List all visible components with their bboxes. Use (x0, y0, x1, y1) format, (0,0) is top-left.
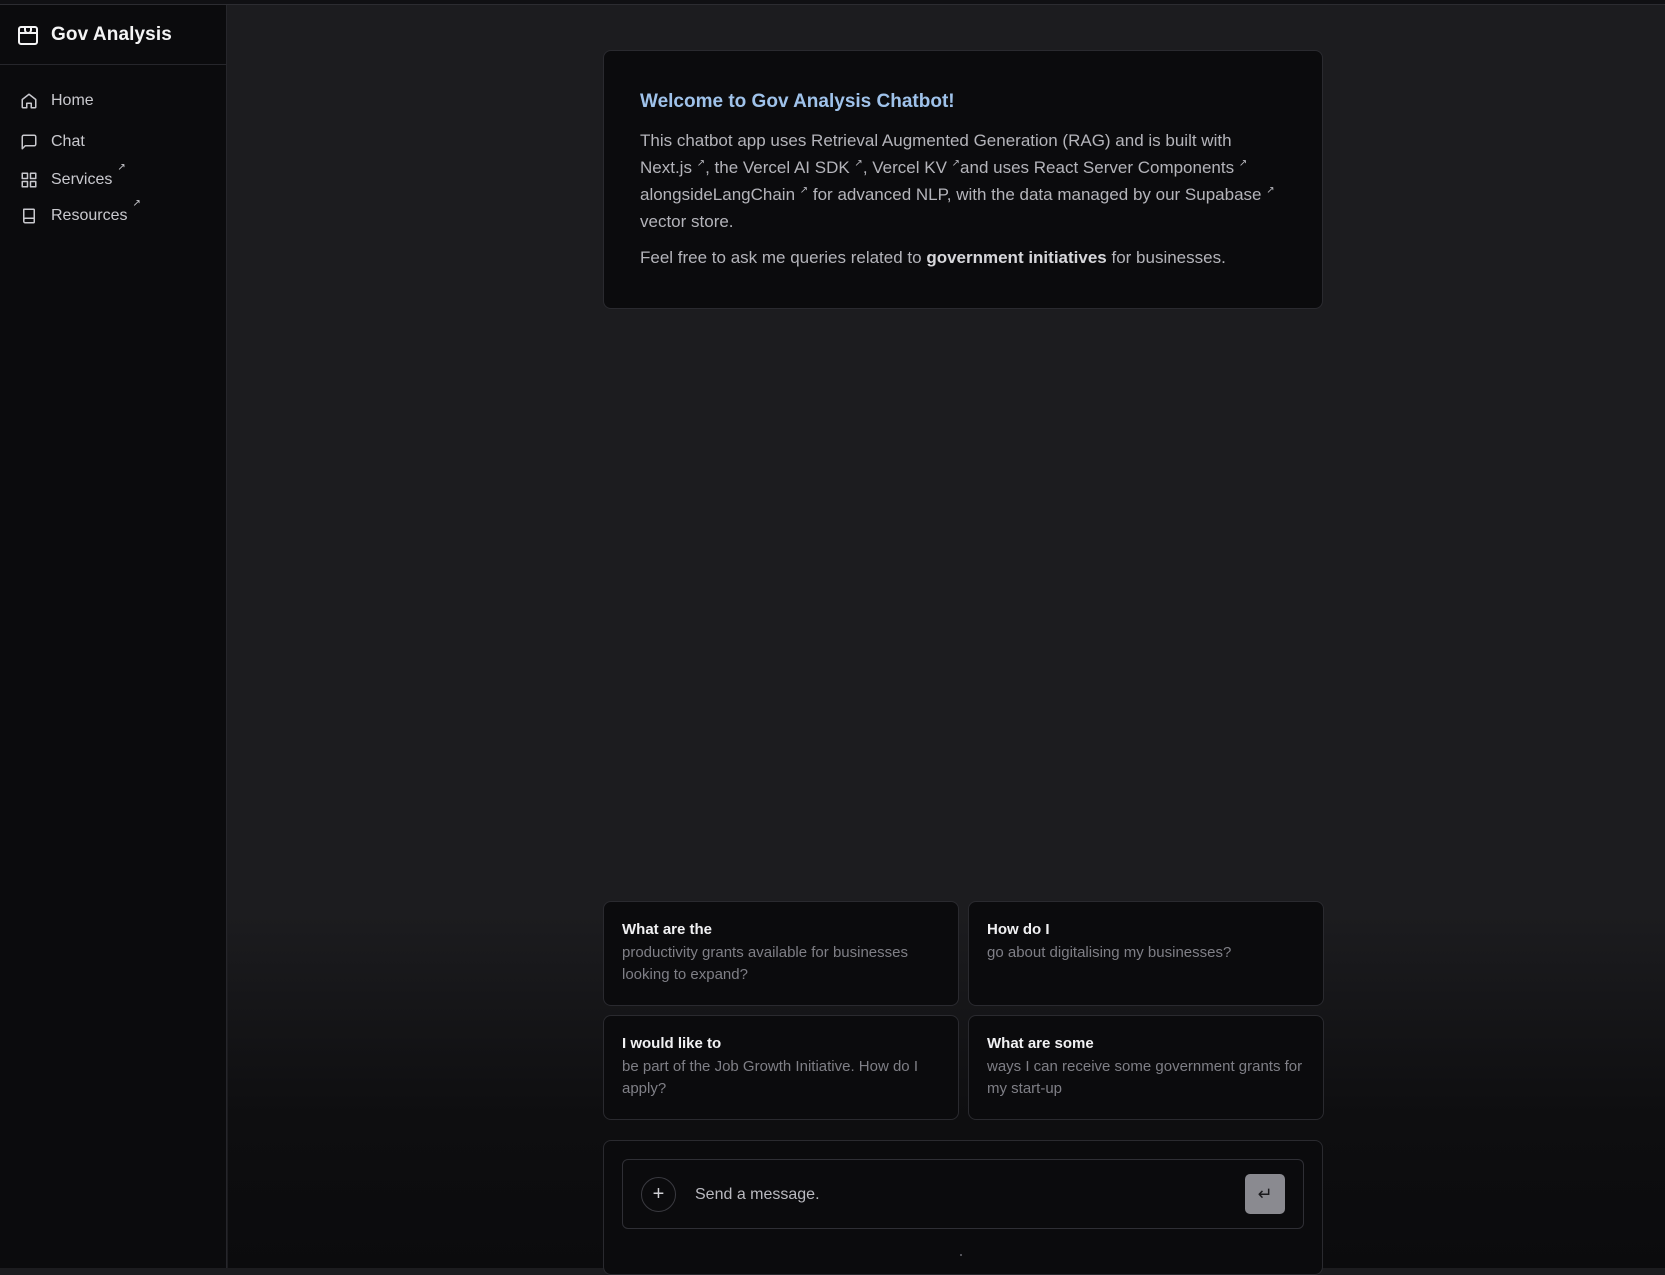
suggestion-heading: What are the (622, 921, 713, 938)
welcome-text: vector store. (640, 212, 734, 231)
suggestion-card[interactable]: What are the productivity grants availab… (603, 901, 959, 1006)
external-link-icon: ↗ (117, 161, 126, 173)
welcome-prompt: Feel free to ask me queries related to g… (640, 244, 1286, 271)
sidebar: Gov Analysis Home Chat Services ↗ Resour… (0, 5, 227, 1268)
suggestion-text: ways I can receive some government grant… (987, 1058, 1303, 1097)
suggestion-text: go about digitalising my businesses? (987, 944, 1232, 961)
suggestion-text: be part of the Job Growth Initiative. Ho… (622, 1058, 918, 1097)
welcome-text: for businesses. (1106, 248, 1226, 267)
sidebar-item-label: Services (51, 171, 113, 188)
welcome-text: and uses (960, 158, 1034, 177)
external-link-icon: ↗ (1266, 185, 1275, 196)
welcome-text: , (862, 158, 873, 177)
sidebar-item-label: Resources (51, 207, 128, 224)
sidebar-item-home[interactable]: Home (20, 92, 94, 110)
link-text: LangChain (712, 185, 796, 204)
brand[interactable]: Gov Analysis (0, 5, 226, 65)
book-icon (23, 208, 35, 224)
sidebar-item-resources[interactable]: Resources ↗ (20, 198, 141, 225)
link-text: Next.js (640, 158, 692, 177)
link-text: React Server Components (1033, 158, 1235, 177)
home-icon (21, 93, 37, 109)
message-composer: + ↵ (603, 1140, 1323, 1275)
suggestion-card[interactable]: How do I go about digitalising my busine… (968, 901, 1324, 1006)
langchain-link[interactable]: LangChain ↗ (713, 185, 808, 204)
brand-name: Gov Analysis (51, 23, 172, 45)
suggestion-heading: I would like to (622, 1035, 722, 1052)
link-text: Vercel AI SDK (742, 158, 850, 177)
welcome-text: Feel free to ask me queries related to (640, 248, 927, 267)
external-link-icon: ↗ (696, 158, 706, 169)
new-chat-button[interactable]: + (641, 1177, 676, 1212)
external-link-icon: ↗ (132, 197, 141, 209)
supabase-link[interactable]: Supabase ↗ (1185, 185, 1275, 204)
suggestion-text: productivity grants available for busine… (622, 944, 908, 983)
external-link-icon: ↗ (854, 158, 863, 169)
vercel-ai-sdk-link[interactable]: Vercel AI SDK ↗ (743, 158, 863, 177)
enter-icon: ↵ (1257, 1183, 1273, 1204)
sidebar-item-label: Chat (51, 133, 85, 150)
welcome-text: This chatbot app uses Retrieval Augmente… (640, 131, 1232, 150)
message-input-box: + ↵ (622, 1159, 1304, 1229)
message-input[interactable] (695, 1180, 1215, 1210)
link-text: Vercel KV (872, 158, 947, 177)
sidebar-item-services[interactable]: Services ↗ (20, 162, 126, 189)
external-link-icon: ↗ (799, 185, 809, 196)
welcome-text: , the (705, 158, 743, 177)
suggestion-heading: How do I (987, 921, 1050, 938)
external-link-icon: ↗ (951, 158, 961, 169)
welcome-emphasis: government initiatives (926, 248, 1107, 267)
vercel-kv-link[interactable]: Vercel KV ↗ (872, 158, 960, 177)
external-link-icon: ↗ (1238, 158, 1248, 169)
react-server-components-link[interactable]: React Server Components ↗ (1034, 158, 1247, 177)
link-text: Supabase (1184, 185, 1262, 204)
chat-panel: Welcome to Gov Analysis Chatbot! This ch… (228, 5, 1665, 1275)
footer-dot (960, 1254, 962, 1256)
welcome-text: for advanced NLP, with the data managed … (808, 185, 1185, 204)
suggestion-heading: What are some (987, 1035, 1094, 1052)
suggestion-card[interactable]: What are some ways I can receive some go… (968, 1015, 1324, 1120)
nextjs-link[interactable]: Next.js ↗ (640, 158, 705, 177)
welcome-text: alongside (640, 185, 713, 204)
grid-icon (21, 172, 37, 188)
store-icon (18, 25, 38, 45)
suggestion-card[interactable]: I would like to be part of the Job Growt… (603, 1015, 959, 1120)
send-button[interactable]: ↵ (1245, 1174, 1285, 1214)
plus-icon: + (652, 1183, 665, 1205)
sidebar-item-chat[interactable]: Chat (20, 133, 85, 151)
welcome-title: Welcome to Gov Analysis Chatbot! (640, 91, 955, 112)
chat-icon (21, 134, 37, 150)
welcome-description: This chatbot app uses Retrieval Augmente… (640, 127, 1286, 235)
welcome-card: Welcome to Gov Analysis Chatbot! This ch… (603, 50, 1323, 309)
sidebar-item-label: Home (51, 92, 94, 109)
